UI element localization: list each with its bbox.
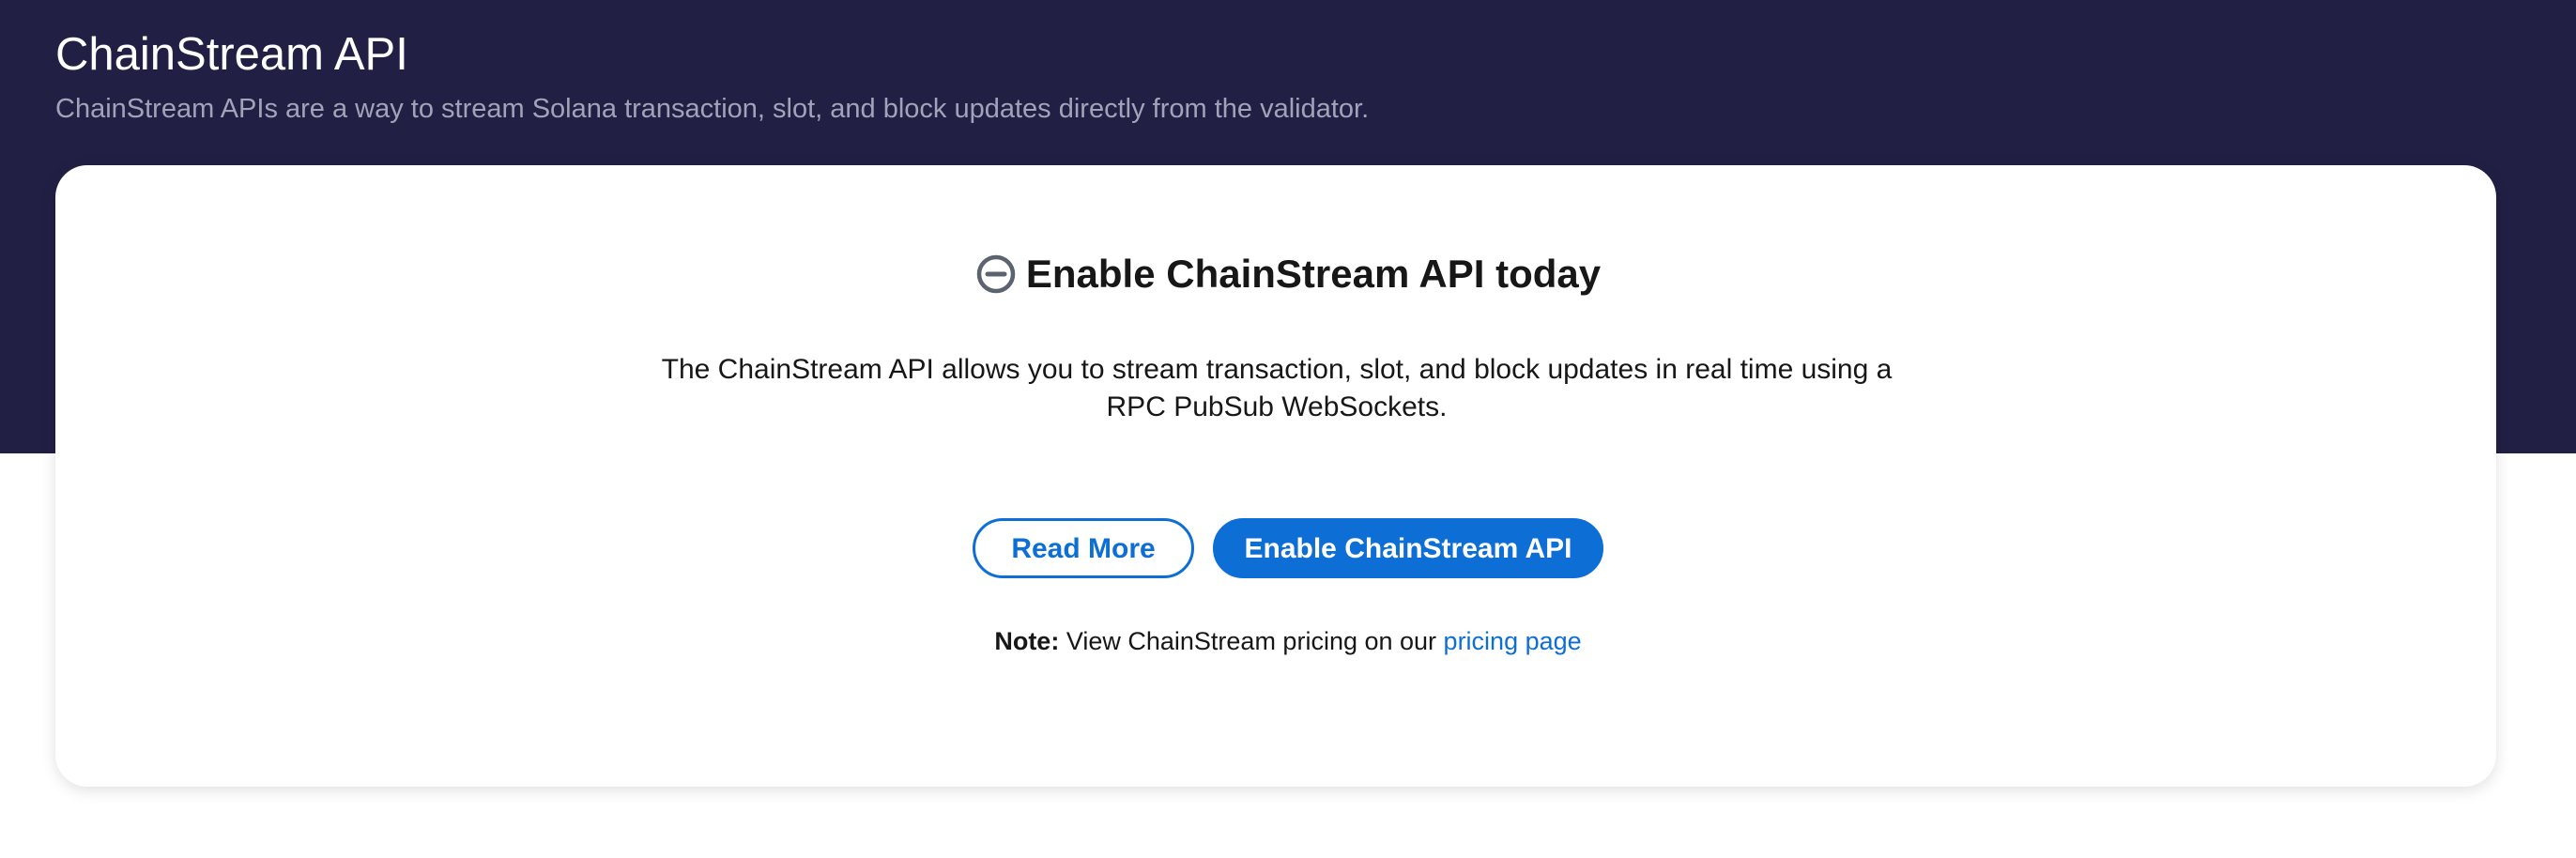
card-actions: Read More Enable ChainStream API	[0, 518, 2576, 578]
card-title: Enable ChainStream API today	[1025, 252, 1602, 296]
read-more-button[interactable]: Read More	[973, 518, 1194, 578]
card-heading: Enable ChainStream API today	[0, 246, 2576, 302]
page-title: ChainStream API	[55, 29, 408, 80]
page: ChainStream API ChainStream APIs are a w…	[0, 0, 2576, 858]
page-subtitle: ChainStream APIs are a way to stream Sol…	[55, 94, 1370, 124]
pricing-page-link[interactable]: pricing page	[1444, 627, 1582, 655]
note-label: Note:	[994, 627, 1060, 655]
enable-chainstream-button[interactable]: Enable ChainStream API	[1213, 518, 1603, 578]
minus-circle-icon	[975, 253, 1017, 295]
note-text: View ChainStream pricing on our	[1059, 627, 1444, 655]
pricing-note: Note: View ChainStream pricing on our pr…	[0, 622, 2576, 660]
card-description: The ChainStream API allows you to stream…	[661, 354, 1893, 422]
